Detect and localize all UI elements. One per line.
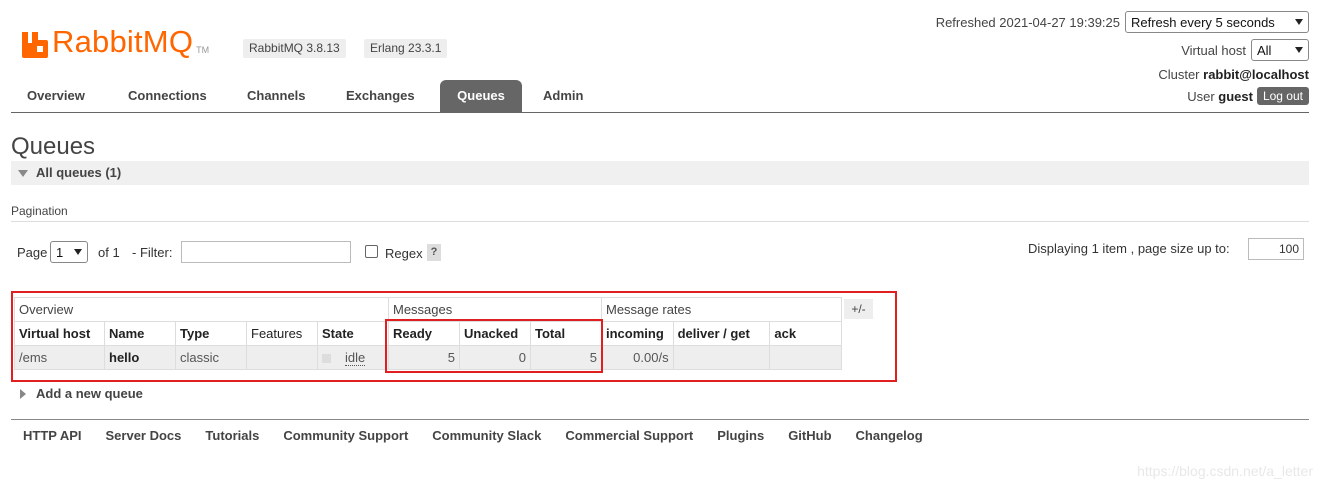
refresh-interval-select[interactable]: Refresh every 5 seconds bbox=[1125, 11, 1309, 33]
tab-channels[interactable]: Channels bbox=[247, 80, 306, 112]
rabbitmq-logo[interactable]: RabbitMQ TM bbox=[22, 22, 209, 58]
page-select[interactable]: 1 bbox=[50, 241, 88, 263]
footer-link-tutorials[interactable]: Tutorials bbox=[205, 428, 259, 443]
vhost-label: Virtual host bbox=[1181, 42, 1246, 58]
pagination-label: Pagination bbox=[11, 204, 68, 218]
tab-connections[interactable]: Connections bbox=[128, 80, 207, 112]
chevron-down-icon bbox=[1295, 47, 1303, 53]
add-queue-toggle[interactable]: Add a new queue bbox=[20, 386, 143, 401]
filter-label: - Filter: bbox=[132, 245, 173, 260]
triangle-right-icon bbox=[20, 388, 26, 399]
page-title: Queues bbox=[11, 133, 96, 160]
add-queue-label: Add a new queue bbox=[36, 386, 143, 401]
regex-checkbox[interactable] bbox=[365, 245, 378, 258]
highlight-box-messages bbox=[385, 319, 603, 373]
page-size-input[interactable]: 100 bbox=[1248, 238, 1304, 260]
footer-link-server-docs[interactable]: Server Docs bbox=[106, 428, 182, 443]
chevron-down-icon bbox=[1295, 19, 1303, 25]
refresh-interval-value: Refresh every 5 seconds bbox=[1131, 14, 1275, 30]
chevron-down-icon bbox=[74, 249, 82, 255]
vhost-value: All bbox=[1257, 42, 1272, 58]
page-select-value: 1 bbox=[56, 244, 64, 260]
footer-divider bbox=[11, 419, 1309, 420]
page-label: Page bbox=[17, 245, 48, 260]
filter-input[interactable] bbox=[181, 241, 351, 263]
divider bbox=[11, 221, 1309, 222]
erlang-version-badge: Erlang 23.3.1 bbox=[364, 39, 448, 58]
footer-link-http-api[interactable]: HTTP API bbox=[23, 428, 82, 443]
refresh-row: Refreshed 2021-04-27 19:39:25 Refresh ev… bbox=[936, 11, 1309, 33]
page-count: of 1 bbox=[98, 245, 120, 260]
vhost-row: Virtual host All bbox=[1181, 39, 1309, 61]
regex-help-icon[interactable]: ? bbox=[427, 244, 441, 261]
displaying-text: Displaying 1 item , page size up to: bbox=[1028, 241, 1230, 256]
refreshed-timestamp: Refreshed 2021-04-27 19:39:25 bbox=[935, 14, 1120, 30]
main-nav: Overview Connections Channels Exchanges … bbox=[11, 80, 1309, 113]
tab-overview[interactable]: Overview bbox=[27, 80, 85, 112]
footer-link-community-slack[interactable]: Community Slack bbox=[432, 428, 541, 443]
vhost-select[interactable]: All bbox=[1251, 39, 1309, 61]
logo-wordmark: RabbitMQ bbox=[52, 24, 194, 59]
footer-links: HTTP API Server Docs Tutorials Community… bbox=[23, 428, 947, 443]
footer-link-plugins[interactable]: Plugins bbox=[717, 428, 764, 443]
tab-admin[interactable]: Admin bbox=[543, 80, 583, 112]
footer-link-community-support[interactable]: Community Support bbox=[283, 428, 408, 443]
rabbitmq-version-badge: RabbitMQ 3.8.13 bbox=[243, 39, 346, 58]
watermark: https://blog.csdn.net/a_letter bbox=[1137, 463, 1313, 479]
rabbit-logo-icon bbox=[22, 32, 48, 58]
footer-link-github[interactable]: GitHub bbox=[788, 428, 831, 443]
all-queues-section-toggle[interactable]: All queues (1) bbox=[11, 161, 1309, 185]
triangle-down-icon bbox=[18, 170, 28, 177]
tab-exchanges[interactable]: Exchanges bbox=[346, 80, 415, 112]
footer-link-commercial-support[interactable]: Commercial Support bbox=[565, 428, 693, 443]
tab-queues[interactable]: Queues bbox=[440, 80, 522, 112]
trademark: TM bbox=[196, 45, 210, 55]
regex-label: Regex bbox=[385, 246, 423, 261]
section-title: All queues (1) bbox=[36, 165, 122, 180]
footer-link-changelog[interactable]: Changelog bbox=[856, 428, 923, 443]
